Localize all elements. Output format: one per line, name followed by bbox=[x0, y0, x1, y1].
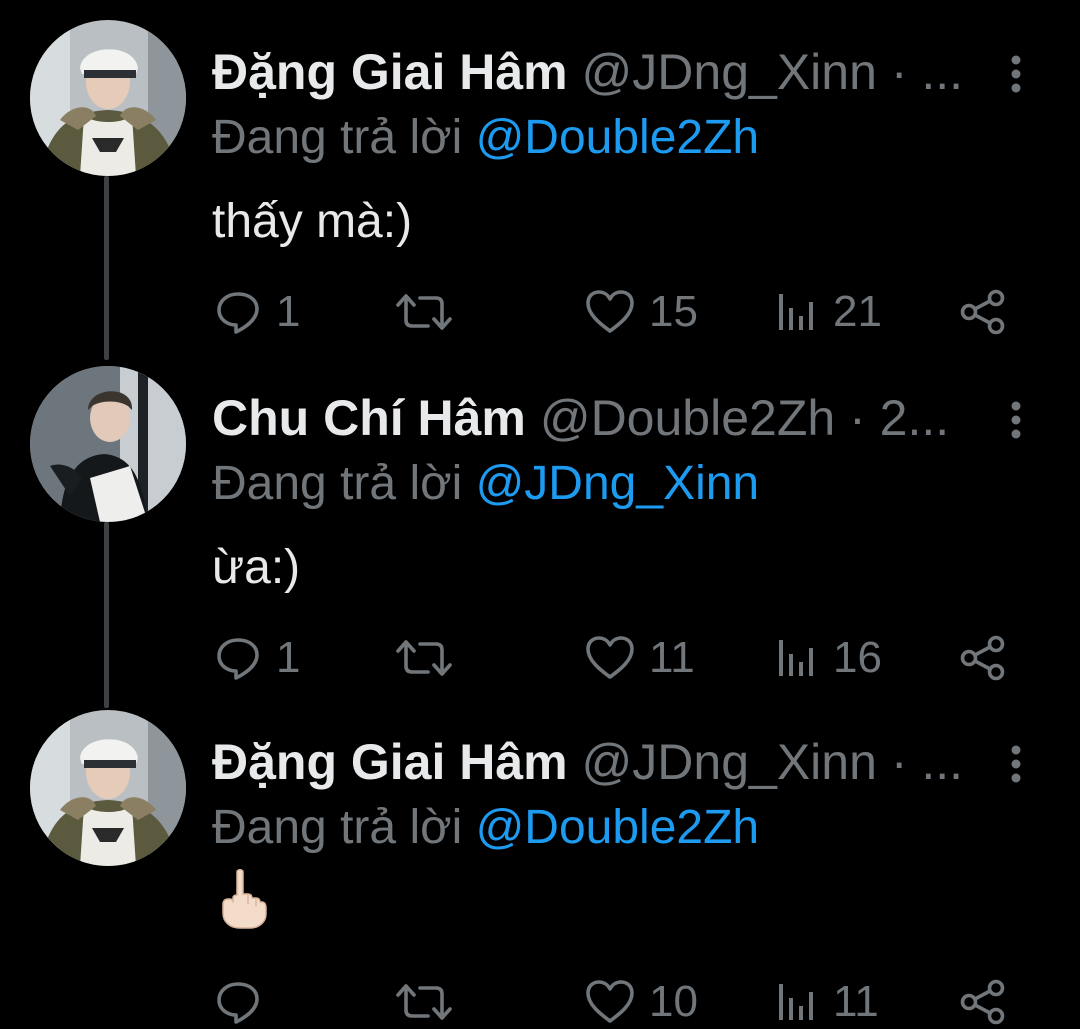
share-button[interactable] bbox=[960, 628, 1006, 688]
replying-to-label: Đang trả lời bbox=[212, 111, 476, 164]
tweet-actions: 1 15 21 bbox=[0, 282, 1080, 342]
tweet-actions: 10 11 bbox=[0, 972, 1080, 1029]
replying-to-label: Đang trả lời bbox=[212, 457, 476, 510]
reply-count: 1 bbox=[276, 287, 301, 336]
like-count: 15 bbox=[649, 287, 698, 336]
retweet-icon bbox=[396, 640, 452, 676]
avatar[interactable] bbox=[30, 710, 186, 866]
reply-button[interactable] bbox=[214, 972, 276, 1029]
replying-to-link[interactable]: @Double2Zh bbox=[476, 111, 760, 164]
views-count: 21 bbox=[833, 287, 882, 336]
tweet[interactable]: Đặng Giai Hâm @JDng_Xinn · ... Đang trả … bbox=[0, 20, 1080, 340]
tweet-header: Đặng Giai Hâm @JDng_Xinn · ... bbox=[212, 42, 982, 102]
replying-to: Đang trả lời @Double2Zh bbox=[212, 108, 759, 168]
display-name[interactable]: Đặng Giai Hâm bbox=[212, 44, 568, 100]
replying-to-link[interactable]: @JDng_Xinn bbox=[476, 457, 760, 510]
reply-icon bbox=[217, 292, 259, 334]
avatar-image bbox=[30, 366, 186, 522]
retweet-button[interactable] bbox=[396, 282, 466, 342]
views-count: 11 bbox=[833, 977, 879, 1026]
more-vertical-icon[interactable] bbox=[1002, 54, 1030, 94]
separator-dot: · bbox=[890, 734, 908, 790]
like-button[interactable]: 15 bbox=[585, 282, 698, 342]
like-button[interactable]: 11 bbox=[585, 628, 695, 688]
share-button[interactable] bbox=[960, 972, 1006, 1029]
replying-to: Đang trả lời @JDng_Xinn bbox=[212, 454, 759, 514]
tweet[interactable]: Đặng Giai Hâm @JDng_Xinn · ... Đang trả … bbox=[0, 710, 1080, 1029]
share-icon bbox=[960, 979, 1005, 1025]
views-button[interactable]: 21 bbox=[775, 282, 882, 342]
reply-button[interactable]: 1 bbox=[214, 282, 300, 342]
views-icon bbox=[779, 984, 813, 1020]
tweet[interactable]: Chu Chí Hâm @Double2Zh · 2... Đang trả l… bbox=[0, 366, 1080, 686]
share-icon bbox=[960, 635, 1005, 681]
tweet-header: Chu Chí Hâm @Double2Zh · 2... bbox=[212, 388, 982, 448]
display-name[interactable]: Đặng Giai Hâm bbox=[212, 734, 568, 790]
avatar[interactable] bbox=[30, 366, 186, 522]
reply-count: 1 bbox=[276, 633, 301, 682]
more-vertical-icon[interactable] bbox=[1002, 744, 1030, 784]
middle-finger-emoji bbox=[222, 869, 267, 929]
more-vertical-icon[interactable] bbox=[1002, 400, 1030, 440]
heart-icon bbox=[586, 636, 634, 679]
views-count: 16 bbox=[833, 633, 882, 682]
replying-to: Đang trả lời @Double2Zh bbox=[212, 798, 759, 858]
avatar-image bbox=[30, 710, 186, 866]
share-button[interactable] bbox=[960, 282, 1006, 342]
heart-icon bbox=[586, 290, 634, 333]
display-name[interactable]: Chu Chí Hâm bbox=[212, 390, 526, 446]
tweet-text: ừa:) bbox=[212, 541, 301, 594]
user-handle[interactable]: @JDng_Xinn bbox=[582, 734, 877, 790]
timestamp[interactable]: ... bbox=[921, 734, 963, 790]
reply-icon bbox=[217, 982, 259, 1024]
share-icon bbox=[960, 289, 1005, 335]
conversation-thread: Đặng Giai Hâm @JDng_Xinn · ... Đang trả … bbox=[0, 0, 1080, 1029]
heart-icon bbox=[586, 980, 634, 1023]
timestamp[interactable]: 2... bbox=[880, 390, 949, 446]
retweet-icon bbox=[396, 984, 452, 1020]
retweet-button[interactable] bbox=[396, 972, 466, 1029]
separator-dot: · bbox=[890, 44, 908, 100]
like-button[interactable]: 10 bbox=[585, 972, 698, 1029]
retweet-button[interactable] bbox=[396, 628, 466, 688]
user-handle[interactable]: @Double2Zh bbox=[540, 390, 835, 446]
tweet-actions: 1 11 16 bbox=[0, 628, 1080, 688]
views-button[interactable]: 11 bbox=[775, 972, 879, 1029]
tweet-text: thấy mà:) bbox=[212, 195, 413, 248]
timestamp[interactable]: ... bbox=[921, 44, 963, 100]
views-icon bbox=[779, 294, 813, 330]
separator-dot: · bbox=[849, 390, 866, 446]
avatar-image bbox=[30, 20, 186, 176]
replying-to-label: Đang trả lời bbox=[212, 801, 476, 854]
tweet-header: Đặng Giai Hâm @JDng_Xinn · ... bbox=[212, 732, 982, 792]
views-button[interactable]: 16 bbox=[775, 628, 882, 688]
user-handle[interactable]: @JDng_Xinn bbox=[582, 44, 877, 100]
retweet-icon bbox=[396, 294, 452, 330]
avatar[interactable] bbox=[30, 20, 186, 176]
reply-button[interactable]: 1 bbox=[214, 628, 300, 688]
views-icon bbox=[779, 640, 813, 676]
like-count: 11 bbox=[649, 633, 695, 682]
like-count: 10 bbox=[649, 977, 698, 1026]
replying-to-link[interactable]: @Double2Zh bbox=[476, 801, 760, 854]
reply-icon bbox=[217, 638, 259, 680]
